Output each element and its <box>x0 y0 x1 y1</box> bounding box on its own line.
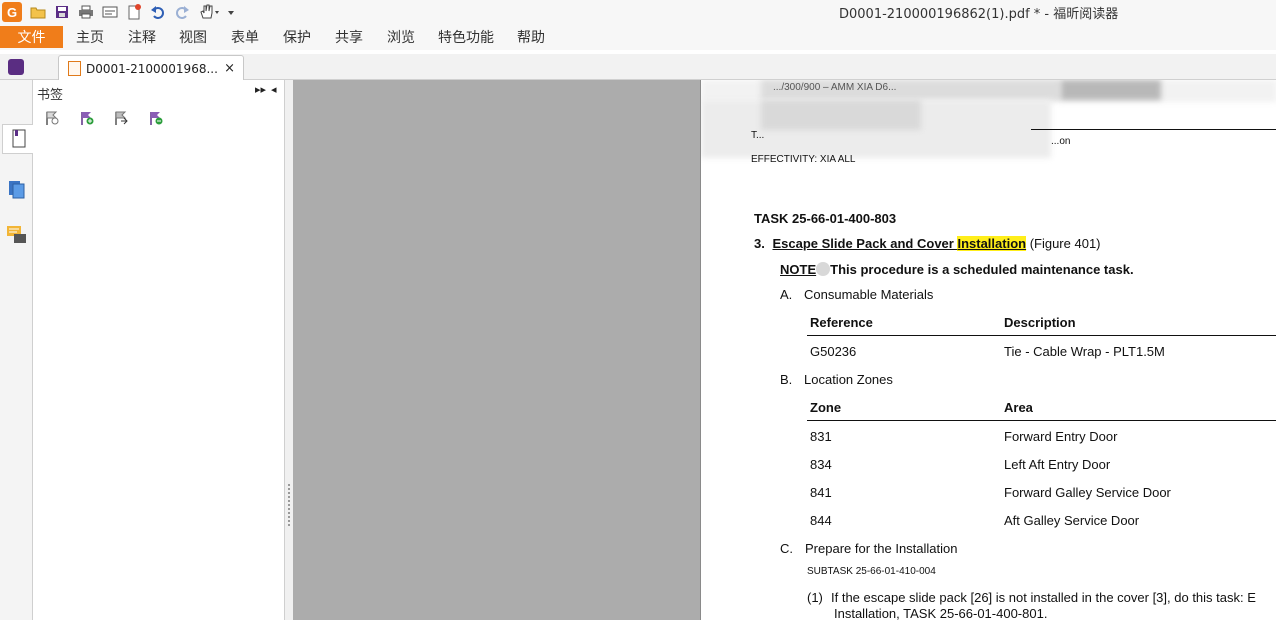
customize-toolbar-icon[interactable] <box>226 2 236 22</box>
item-1-line2: Installation, TASK 25-66-01-400-801. <box>834 606 1048 620</box>
document-tab-bar: D0001-2100001968... × <box>0 54 1276 81</box>
bookmark-panel-header: 书签 ▸▸ ◂ <box>33 80 285 103</box>
save-icon[interactable] <box>52 2 72 22</box>
panel-splitter[interactable] <box>285 80 293 620</box>
section-c-title: Prepare for the Installation <box>805 541 958 556</box>
menu-share[interactable]: 共享 <box>335 27 363 47</box>
consumables-cell: G50236 <box>810 344 857 359</box>
pdf-header-line1: .../300/900 – AMM XIA D6... <box>773 82 897 93</box>
pdf-file-icon <box>68 61 81 76</box>
subtask-id: SUBTASK 25-66-01-410-004 <box>807 566 936 577</box>
document-tab-title: D0001-2100001968... <box>86 62 218 76</box>
step-heading: 3. Escape Slide Pack and Cover Installat… <box>754 236 1101 251</box>
pdf-header-line2: T... <box>751 130 765 141</box>
consumables-header-reference: Reference <box>810 315 873 330</box>
step-number: 3. <box>754 236 765 251</box>
table-rule <box>807 335 1276 336</box>
comments-panel-icon[interactable] <box>4 220 30 250</box>
menu-browse[interactable]: 浏览 <box>387 27 415 47</box>
note-line: NOTE This procedure is a scheduled mainte… <box>780 262 1134 277</box>
menu-comment[interactable]: 注释 <box>128 27 156 47</box>
menu-protect[interactable]: 保护 <box>283 27 311 47</box>
close-tab-icon[interactable]: × <box>224 61 235 76</box>
bookmark-panel-title: 书签 <box>37 88 64 103</box>
section-a-title: Consumable Materials <box>804 287 934 302</box>
new-document-icon[interactable] <box>124 2 144 22</box>
consumables-header-description: Description <box>1004 315 1076 330</box>
undo-icon[interactable] <box>148 2 168 22</box>
pdf-page[interactable]: .../300/900 – AMM XIA D6... T... ...on E… <box>700 80 1276 620</box>
pages-panel-icon[interactable] <box>4 174 30 204</box>
bookmark-panel: 书签 ▸▸ ◂ <box>33 80 285 620</box>
menu-special-features[interactable]: 特色功能 <box>438 27 494 47</box>
area-cell: Aft Galley Service Door <box>1004 513 1140 528</box>
note-text: This procedure is a scheduled maintenanc… <box>830 262 1134 277</box>
redacted-region <box>1061 80 1161 100</box>
item-1-line1: If the escape slide pack [26] is not ins… <box>831 590 1256 605</box>
expand-panel-icon[interactable]: ▸▸ <box>255 83 266 96</box>
title-bar: G D0001-210000196862(1).pdf * - 福昕阅读器 <box>0 0 1276 24</box>
step-title-highlight: Installation <box>957 236 1027 251</box>
section-a-letter: A. <box>780 287 793 302</box>
ribbon-menu-bar: 文件 主页 注释 视图 表单 保护 共享 浏览 特色功能 帮助 <box>0 24 1276 50</box>
window-title: D0001-210000196862(1).pdf * - 福昕阅读器 <box>839 7 1119 22</box>
zones-header-zone: Zone <box>810 400 842 415</box>
menu-help[interactable]: 帮助 <box>517 27 545 47</box>
step-title-part2: (Figure 401) <box>1026 236 1101 251</box>
open-folder-icon[interactable] <box>28 2 48 22</box>
add-bookmark-icon[interactable] <box>77 108 97 128</box>
collapse-panel-icon[interactable]: ◂ <box>271 83 277 96</box>
document-tab[interactable]: D0001-2100001968... × <box>58 55 244 81</box>
foxit-app-icon[interactable]: G <box>2 2 22 22</box>
print-icon[interactable] <box>76 2 96 22</box>
task-heading: TASK 25-66-01-400-803 <box>754 211 897 226</box>
cursor-indicator <box>816 262 831 276</box>
file-menu-tab[interactable]: 文件 <box>0 26 63 48</box>
area-cell: Forward Galley Service Door <box>1004 485 1171 500</box>
header-rule <box>1031 129 1276 130</box>
reader-logo-icon[interactable] <box>8 59 24 75</box>
pdf-header-right: ...on <box>1051 136 1071 147</box>
delete-bookmark-icon[interactable] <box>146 108 166 128</box>
hand-tool-icon[interactable] <box>196 2 222 22</box>
section-c-letter: C. <box>780 541 793 556</box>
zone-cell: 841 <box>810 485 832 500</box>
note-label: NOTE <box>780 262 817 277</box>
quick-access-toolbar <box>28 2 240 22</box>
section-b-title: Location Zones <box>804 372 893 387</box>
zone-cell: 834 <box>810 457 832 472</box>
splitter-grip[interactable] <box>288 484 290 526</box>
redo-icon[interactable] <box>172 2 192 22</box>
zones-header-area: Area <box>1004 400 1033 415</box>
bookmark-panel-icon[interactable] <box>2 124 34 154</box>
navigation-pane-strip <box>0 80 34 620</box>
scan-icon[interactable] <box>100 2 120 22</box>
zone-cell: 844 <box>810 513 832 528</box>
move-bookmark-icon[interactable] <box>111 108 131 128</box>
area-cell: Left Aft Entry Door <box>1004 457 1111 472</box>
menu-form[interactable]: 表单 <box>231 27 259 47</box>
area-cell: Forward Entry Door <box>1004 429 1118 444</box>
zone-cell: 831 <box>810 429 832 444</box>
item-1-number: (1) <box>807 590 823 605</box>
pdf-effectivity: EFFECTIVITY: XIA ALL <box>751 154 856 165</box>
table-rule <box>807 420 1276 421</box>
redacted-region <box>761 100 921 130</box>
step-title-part1: Escape Slide Pack and Cover <box>772 236 958 251</box>
menu-view[interactable]: 视图 <box>179 27 207 47</box>
menu-home[interactable]: 主页 <box>76 27 104 47</box>
bookmark-settings-icon[interactable] <box>42 108 62 128</box>
consumables-cell: Tie - Cable Wrap - PLT1.5M <box>1004 344 1165 359</box>
section-b-letter: B. <box>780 372 793 387</box>
